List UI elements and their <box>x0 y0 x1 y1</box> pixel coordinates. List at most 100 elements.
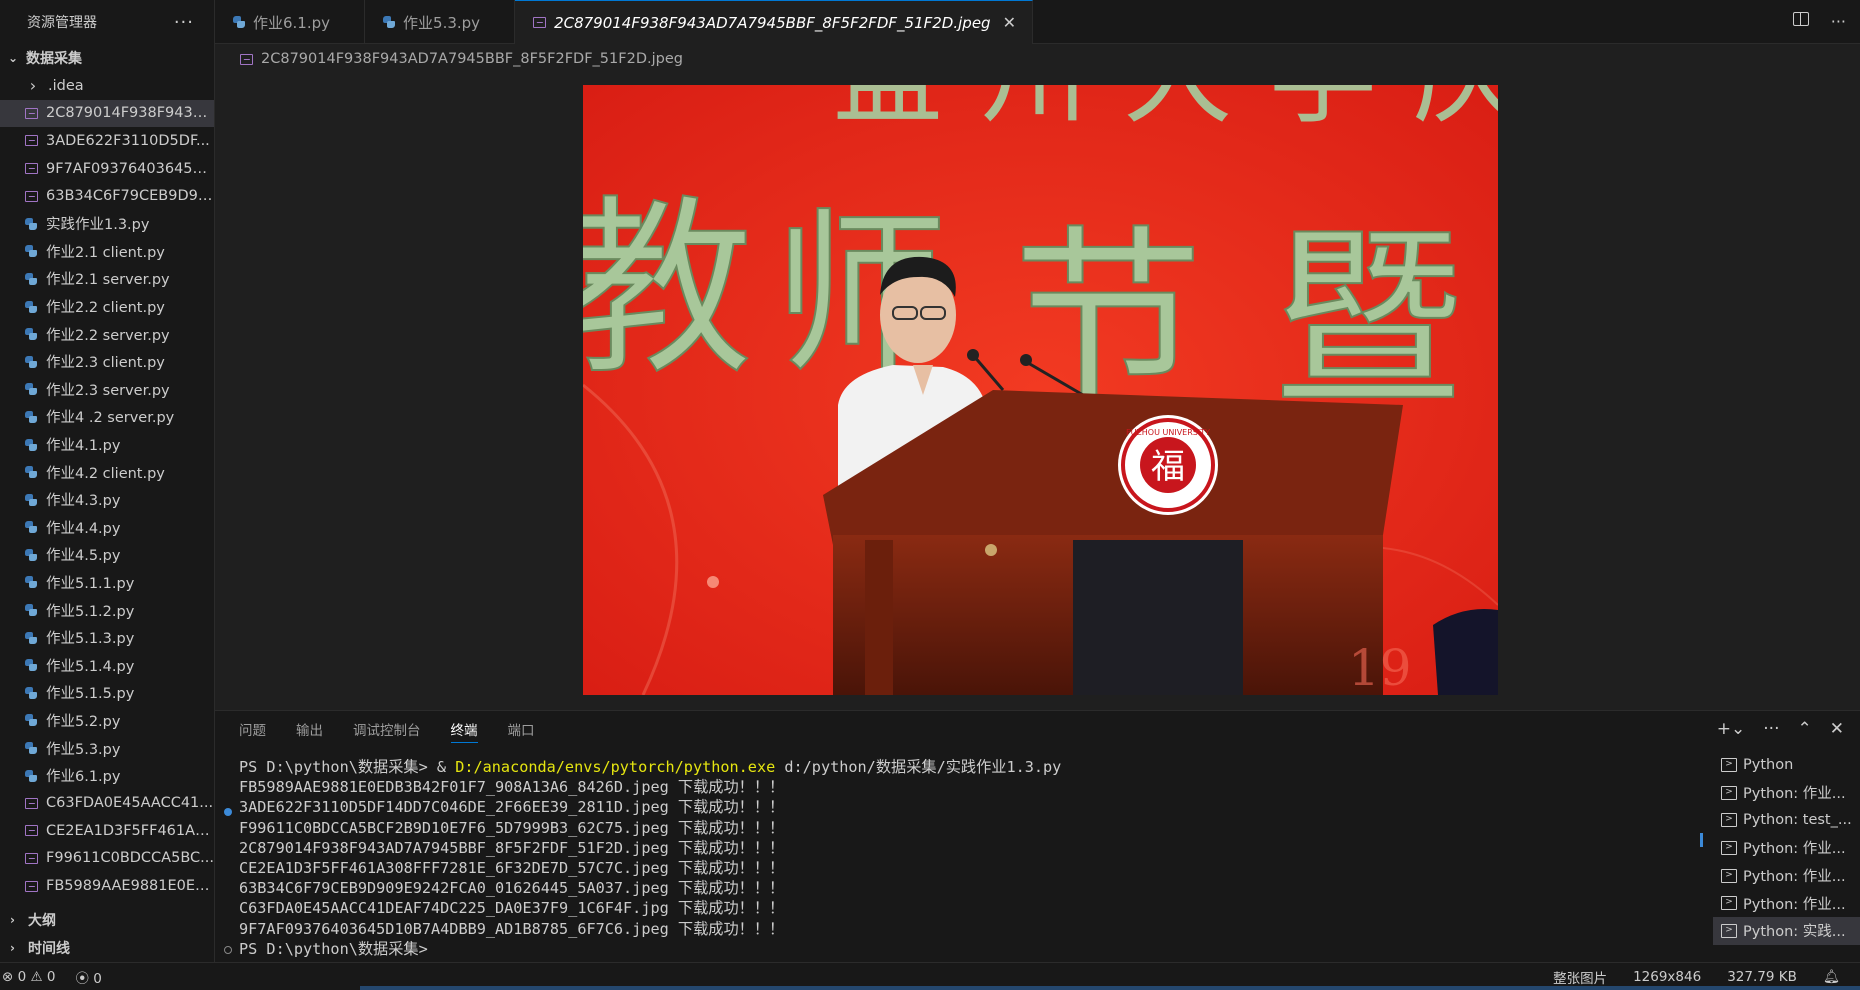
file-item[interactable]: 63B34C6F79CEB9D90... <box>0 182 214 210</box>
file-item-label: 作业4.4.py <box>46 520 121 537</box>
editor-tab[interactable]: 2C879014F938F943AD7A7945BBF_8F5F2FDF_51F… <box>515 0 1033 44</box>
more-actions-icon[interactable]: ··· <box>174 12 194 33</box>
file-item-label: 63B34C6F79CEB9D90... <box>46 188 214 205</box>
file-item[interactable]: 作业5.1.3.py <box>0 624 214 652</box>
file-item-label: 作业4.1.py <box>46 438 121 455</box>
file-item[interactable]: F99611C0BDCCA5BC... <box>0 845 214 873</box>
terminal-instance[interactable]: > Python: 作业... <box>1713 889 1860 917</box>
notifications-bell-icon[interactable]: 🔔︎ <box>1823 969 1840 985</box>
timeline-section[interactable]: › 时间线 <box>0 934 215 962</box>
file-item[interactable]: FB5989AAE9881E0ED... <box>0 872 214 900</box>
more-actions-icon[interactable]: ··· <box>1831 12 1846 31</box>
panel-tab[interactable]: 问题 <box>239 719 266 743</box>
banner-char-1: 教 <box>583 179 753 400</box>
file-item[interactable]: 作业2.3 server.py <box>0 376 214 404</box>
outline-section[interactable]: › 大纲 <box>0 906 215 934</box>
image-file-icon <box>22 879 40 893</box>
image-mode[interactable]: 整张图片 <box>1553 967 1607 987</box>
breadcrumb[interactable]: 2C879014F938F943AD7A7945BBF_8F5F2FDF_51F… <box>240 46 683 72</box>
root-folder[interactable]: ⌄ 数据采集 <box>0 44 214 72</box>
terminal-icon: > <box>1721 840 1737 855</box>
panel-tab[interactable]: 输出 <box>296 719 323 743</box>
terminal-instance[interactable]: > Python <box>1713 751 1860 779</box>
file-item[interactable]: › .idea <box>0 72 214 100</box>
file-item[interactable]: 作业4.2 client.py <box>0 458 214 486</box>
maximize-panel-icon[interactable]: ⌃ <box>1798 719 1812 739</box>
file-item[interactable]: CE2EA1D3F5FF461A3... <box>0 817 214 845</box>
image-dimensions: 1269x846 <box>1633 968 1702 985</box>
panel-tab[interactable]: 调试控制台 <box>353 719 421 743</box>
more-actions-icon[interactable]: ··· <box>1763 719 1779 739</box>
file-item[interactable]: 作业5.1.2.py <box>0 596 214 624</box>
terminal-instance-label: Python: 作业... <box>1743 841 1846 858</box>
file-item[interactable]: 作业5.3.py <box>0 734 214 762</box>
problems-status[interactable]: ⊗ 0 ⚠ 0 <box>2 969 56 985</box>
tab-label: 作业5.3.py <box>403 13 481 32</box>
file-item[interactable]: 实践作业1.3.py <box>0 210 214 238</box>
svg-text:19: 19 <box>1348 639 1412 695</box>
file-item[interactable]: 作业4.1.py <box>0 431 214 459</box>
file-item[interactable]: 作业4.3.py <box>0 486 214 514</box>
terminal-icon: > <box>1721 896 1737 911</box>
image-file-icon <box>22 824 40 838</box>
file-item[interactable]: 作业2.1 server.py <box>0 265 214 293</box>
add-terminal-icon[interactable]: +⌄ <box>1717 719 1746 739</box>
file-item-label: 作业2.1 server.py <box>46 272 170 289</box>
editor-tab[interactable]: 作业5.3.py <box>365 0 516 44</box>
image-size: 327.79 KB <box>1727 968 1797 985</box>
editor-tab[interactable]: 作业6.1.py <box>215 0 366 44</box>
file-item-label: 作业2.2 server.py <box>46 327 170 344</box>
file-item[interactable]: 作业5.1.4.py <box>0 651 214 679</box>
terminal-instance[interactable]: > Python: 作业... <box>1713 779 1860 807</box>
panel-tab[interactable]: 端口 <box>508 719 535 743</box>
python-file-icon <box>22 355 40 369</box>
photo: 盟 州 大 学 庆 教 师 节 暨 福 FUZHOU UNIVERSITY 19 <box>583 85 1498 695</box>
file-item[interactable]: 作业5.2.py <box>0 707 214 735</box>
file-item-label: 2C879014F938F943A... <box>46 105 214 122</box>
ports-status[interactable]: ⦿ 0 <box>76 967 102 987</box>
file-item[interactable]: 作业4 .2 server.py <box>0 403 214 431</box>
terminal-output[interactable]: PS D:\python\数据采集> & D:/anaconda/envs/py… <box>239 757 1061 959</box>
file-item[interactable]: 作业2.2 server.py <box>0 320 214 348</box>
terminal-output-line: 63B34C6F79CEB9D909E9242FCA0_01626445_5A0… <box>239 879 785 898</box>
file-item-label: 实践作业1.3.py <box>46 217 150 234</box>
terminal-instance[interactable]: > Python: 作业... <box>1713 862 1860 890</box>
close-panel-icon[interactable]: ✕ <box>1830 719 1844 739</box>
image-file-icon <box>22 189 40 203</box>
image-file-icon <box>240 53 253 65</box>
seal-char: 福 <box>1151 447 1185 487</box>
panel-tab[interactable]: 终端 <box>450 719 478 743</box>
close-tab-icon[interactable]: ✕ <box>1003 13 1016 32</box>
python-file-icon <box>22 465 40 479</box>
scrollbar-marker[interactable] <box>1700 833 1703 847</box>
file-item[interactable]: 3ADE622F3110D5DF... <box>0 127 214 155</box>
file-item[interactable]: 作业2.1 client.py <box>0 238 214 266</box>
file-item[interactable]: C63FDA0E45AACC41... <box>0 789 214 817</box>
python-file-icon <box>22 713 40 727</box>
split-editor-icon[interactable] <box>1792 12 1809 26</box>
python-file-icon <box>233 16 245 28</box>
file-item-label: 作业6.1.py <box>46 769 121 786</box>
chevron-right-icon: › <box>10 941 15 955</box>
explorer-sidebar: 资源管理器 ··· ⌄ 数据采集 › .idea 2C879014F938F943A… <box>0 0 215 962</box>
file-item-label: 作业5.1.4.py <box>46 658 135 675</box>
file-item[interactable]: 作业4.4.py <box>0 514 214 542</box>
file-item[interactable]: 作业2.2 client.py <box>0 293 214 321</box>
file-item[interactable]: 9F7AF09376403645D... <box>0 155 214 183</box>
file-item[interactable]: 作业2.3 client.py <box>0 348 214 376</box>
image-preview[interactable]: 盟 州 大 学 庆 教 师 节 暨 福 FUZHOU UNIVERSITY 19 <box>583 85 1498 695</box>
file-item-label: 作业4 .2 server.py <box>46 410 175 427</box>
file-item[interactable]: 作业5.1.5.py <box>0 679 214 707</box>
file-item[interactable]: 2C879014F938F943A... <box>0 99 214 128</box>
python-file-icon <box>22 658 40 672</box>
file-item[interactable]: 作业4.5.py <box>0 541 214 569</box>
terminal-instance[interactable]: > Python: 实践... <box>1713 917 1860 945</box>
terminal-icon: > <box>1721 757 1737 772</box>
terminal-instance[interactable]: > Python: 作业... <box>1713 834 1860 862</box>
terminal-instance[interactable]: > Python: test_... <box>1713 806 1860 834</box>
file-item-label: 作业5.1.2.py <box>46 603 135 620</box>
file-item[interactable]: 作业5.1.1.py <box>0 569 214 597</box>
explorer-header: 资源管理器 ··· <box>0 0 214 44</box>
file-item-label: 作业5.3.py <box>46 741 121 758</box>
file-item[interactable]: 作业6.1.py <box>0 762 214 790</box>
